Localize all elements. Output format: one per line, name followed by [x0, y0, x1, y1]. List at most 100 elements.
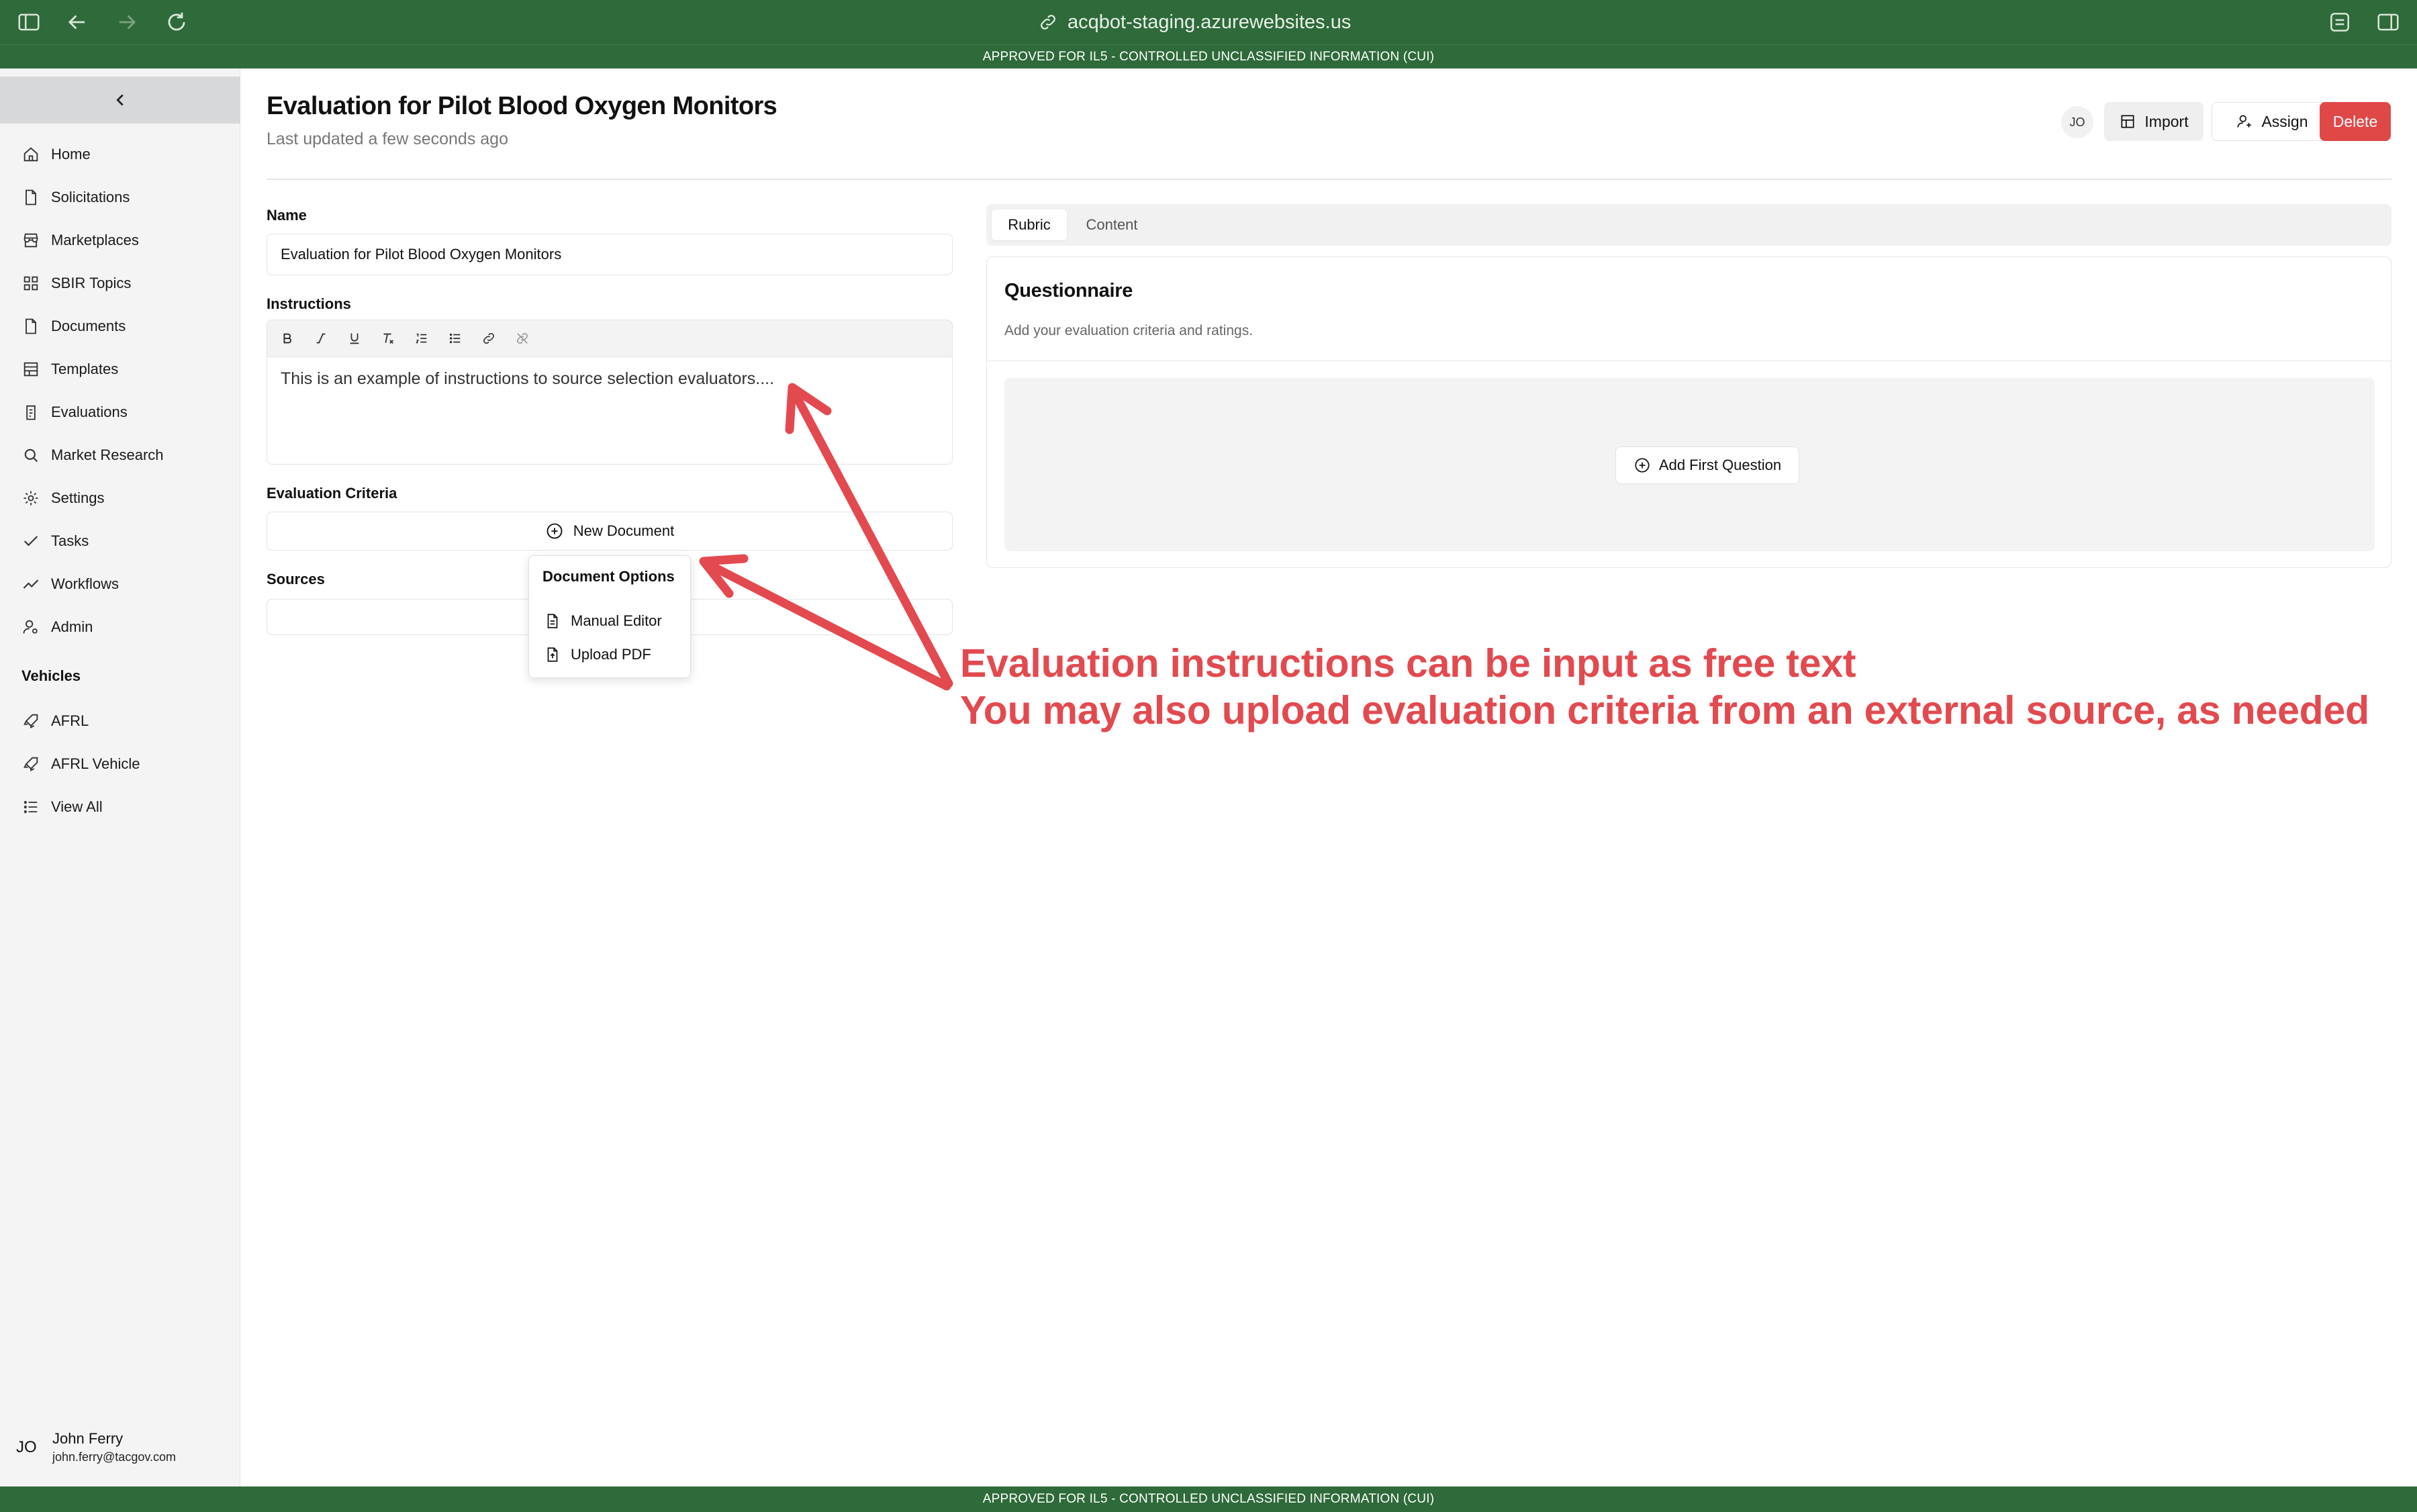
questionnaire-subtitle: Add your evaluation criteria and ratings…: [1004, 323, 1253, 338]
new-document-label: New Document: [573, 522, 675, 539]
annotation-line-2: You may also upload evaluation criteria …: [960, 688, 2369, 733]
gear-icon: [23, 491, 38, 506]
link-icon[interactable]: [478, 328, 500, 349]
sidebar-item-label: AFRL: [51, 712, 89, 729]
sidebar-item-templates[interactable]: Templates: [21, 356, 118, 383]
new-document-button[interactable]: New Document: [267, 512, 953, 551]
sidebar-item-label: Admin: [51, 618, 93, 635]
name-input[interactable]: Evaluation for Pilot Blood Oxygen Monito…: [267, 234, 953, 275]
sidebar-item-tasks[interactable]: Tasks: [21, 528, 89, 555]
home-icon: [23, 147, 38, 162]
sidebar-item-label: Documents: [51, 318, 126, 334]
sidebar-item-label: Evaluations: [51, 404, 128, 420]
delete-label: Delete: [2332, 112, 2378, 130]
tab-rubric[interactable]: Rubric: [992, 209, 1067, 240]
address-bar[interactable]: acqbot-staging.azurewebsites.us: [1038, 8, 1351, 36]
arrowhead-new-document: [699, 554, 749, 598]
menu-item-upload-pdf[interactable]: Upload PDF: [544, 646, 651, 663]
avatar: JO: [16, 1437, 37, 1456]
sidebar-item-label: AFRL Vehicle: [51, 755, 140, 772]
sidebar-item-home[interactable]: Home: [21, 141, 91, 168]
forward-icon[interactable]: [114, 9, 140, 35]
sidebar-item-afrl-vehicle[interactable]: AFRL Vehicle: [21, 751, 140, 777]
bullet-list-icon[interactable]: [444, 328, 466, 349]
sidebar-item-documents[interactable]: Documents: [21, 313, 126, 340]
assign-button[interactable]: Assign: [2212, 102, 2332, 141]
plus-circle-icon: [1635, 458, 1650, 473]
user-gear-icon: [23, 620, 38, 634]
panel-tabs: Rubric Content: [986, 204, 2391, 246]
url-text: acqbot-staging.azurewebsites.us: [1068, 11, 1352, 33]
import-button[interactable]: Import: [2104, 102, 2203, 141]
sidebar-item-workflows[interactable]: Workflows: [21, 571, 119, 598]
questions-empty-state: Add First Question: [1004, 378, 2375, 551]
menu-item-label: Manual Editor: [571, 612, 662, 629]
plus-circle-icon: [547, 523, 563, 539]
vehicles-heading: Vehicles: [21, 667, 81, 684]
instructions-label: Instructions: [267, 295, 351, 312]
user-plus-icon: [2237, 115, 2252, 128]
back-icon[interactable]: [64, 9, 90, 35]
store-icon: [23, 233, 38, 248]
browser-toolbar: acqbot-staging.azurewebsites.us: [0, 0, 2417, 44]
rich-text-toolbar: [267, 320, 953, 357]
ordered-list-icon[interactable]: [411, 328, 432, 349]
split-view-icon[interactable]: [2375, 9, 2401, 35]
questionnaire-title: Questionnaire: [1004, 280, 1133, 301]
cui-banner-bottom: APPROVED FOR IL5 - CONTROLLED UNCLASSIFI…: [0, 1486, 2417, 1512]
assign-label: Assign: [2261, 112, 2308, 130]
sidebar-item-label: Workflows: [51, 575, 120, 592]
sidebar-item-admin[interactable]: Admin: [21, 614, 93, 641]
sidebar-item-settings[interactable]: Settings: [21, 485, 105, 512]
sidebar-item-marketplaces[interactable]: Marketplaces: [21, 227, 139, 254]
tab-content[interactable]: Content: [1074, 209, 1150, 240]
sidebar: Home Solicitations Marketplaces SBIR Top…: [0, 68, 240, 1486]
menu-item-label: Upload PDF: [571, 646, 651, 663]
questionnaire-card: Questionnaire Add your evaluation criter…: [986, 256, 2391, 568]
chevron-left-icon: [116, 94, 124, 106]
file-icon: [26, 189, 36, 205]
underline-icon[interactable]: [344, 328, 365, 349]
sidebar-item-solicitations[interactable]: Solicitations: [21, 184, 130, 211]
header-divider: [267, 179, 2391, 180]
sidebar-item-sbir-topics[interactable]: SBIR Topics: [21, 270, 131, 297]
sidebar-item-label: Home: [51, 146, 91, 162]
check-icon: [23, 536, 38, 547]
sidebar-item-label: Solicitations: [51, 189, 130, 205]
sidebar-item-label: View All: [51, 798, 103, 815]
reload-icon[interactable]: [164, 9, 189, 35]
evaluation-criteria-label: Evaluation Criteria: [267, 485, 397, 502]
import-label: Import: [2144, 112, 2189, 130]
user-profile[interactable]: JO John Ferry john.ferry@tacgov.com: [16, 1430, 176, 1464]
file-icon: [26, 318, 36, 334]
unlink-icon[interactable]: [512, 328, 533, 349]
add-first-question-button[interactable]: Add First Question: [1615, 446, 1799, 484]
menu-item-manual-editor[interactable]: Manual Editor: [544, 612, 662, 630]
sidebar-item-label: Marketplaces: [51, 232, 139, 248]
sidebar-toggle-icon[interactable]: [16, 9, 42, 35]
sources-label: Sources: [267, 571, 325, 587]
user-name: John Ferry: [52, 1430, 124, 1447]
bold-icon[interactable]: [277, 328, 298, 349]
list-icon: [23, 800, 38, 814]
delete-button[interactable]: Delete: [2320, 102, 2391, 141]
document-icon: [547, 614, 558, 628]
extensions-icon[interactable]: [2327, 9, 2353, 35]
annotation-line-1: Evaluation instructions can be input as …: [960, 641, 1856, 686]
grid-icon: [23, 276, 38, 291]
sidebar-item-label: Tasks: [51, 532, 89, 549]
rocket-icon: [23, 714, 38, 728]
assignee-avatar[interactable]: JO: [2061, 106, 2093, 138]
pdf-upload-icon: [547, 647, 558, 662]
search-icon: [24, 448, 38, 463]
sidebar-item-market-research[interactable]: Market Research: [21, 442, 164, 469]
document-options-menu: Document Options Manual Editor Upload PD…: [528, 555, 691, 678]
sidebar-item-view-all[interactable]: View All: [21, 794, 103, 820]
sidebar-item-afrl[interactable]: AFRL: [21, 708, 89, 735]
collapse-sidebar-button[interactable]: [0, 77, 240, 124]
sidebar-item-evaluations[interactable]: Evaluations: [21, 399, 128, 426]
instructions-editor[interactable]: This is an example of instructions to so…: [267, 357, 953, 465]
last-updated: Last updated a few seconds ago: [267, 130, 508, 148]
clear-format-icon[interactable]: [377, 328, 399, 349]
italic-icon[interactable]: [310, 328, 332, 349]
